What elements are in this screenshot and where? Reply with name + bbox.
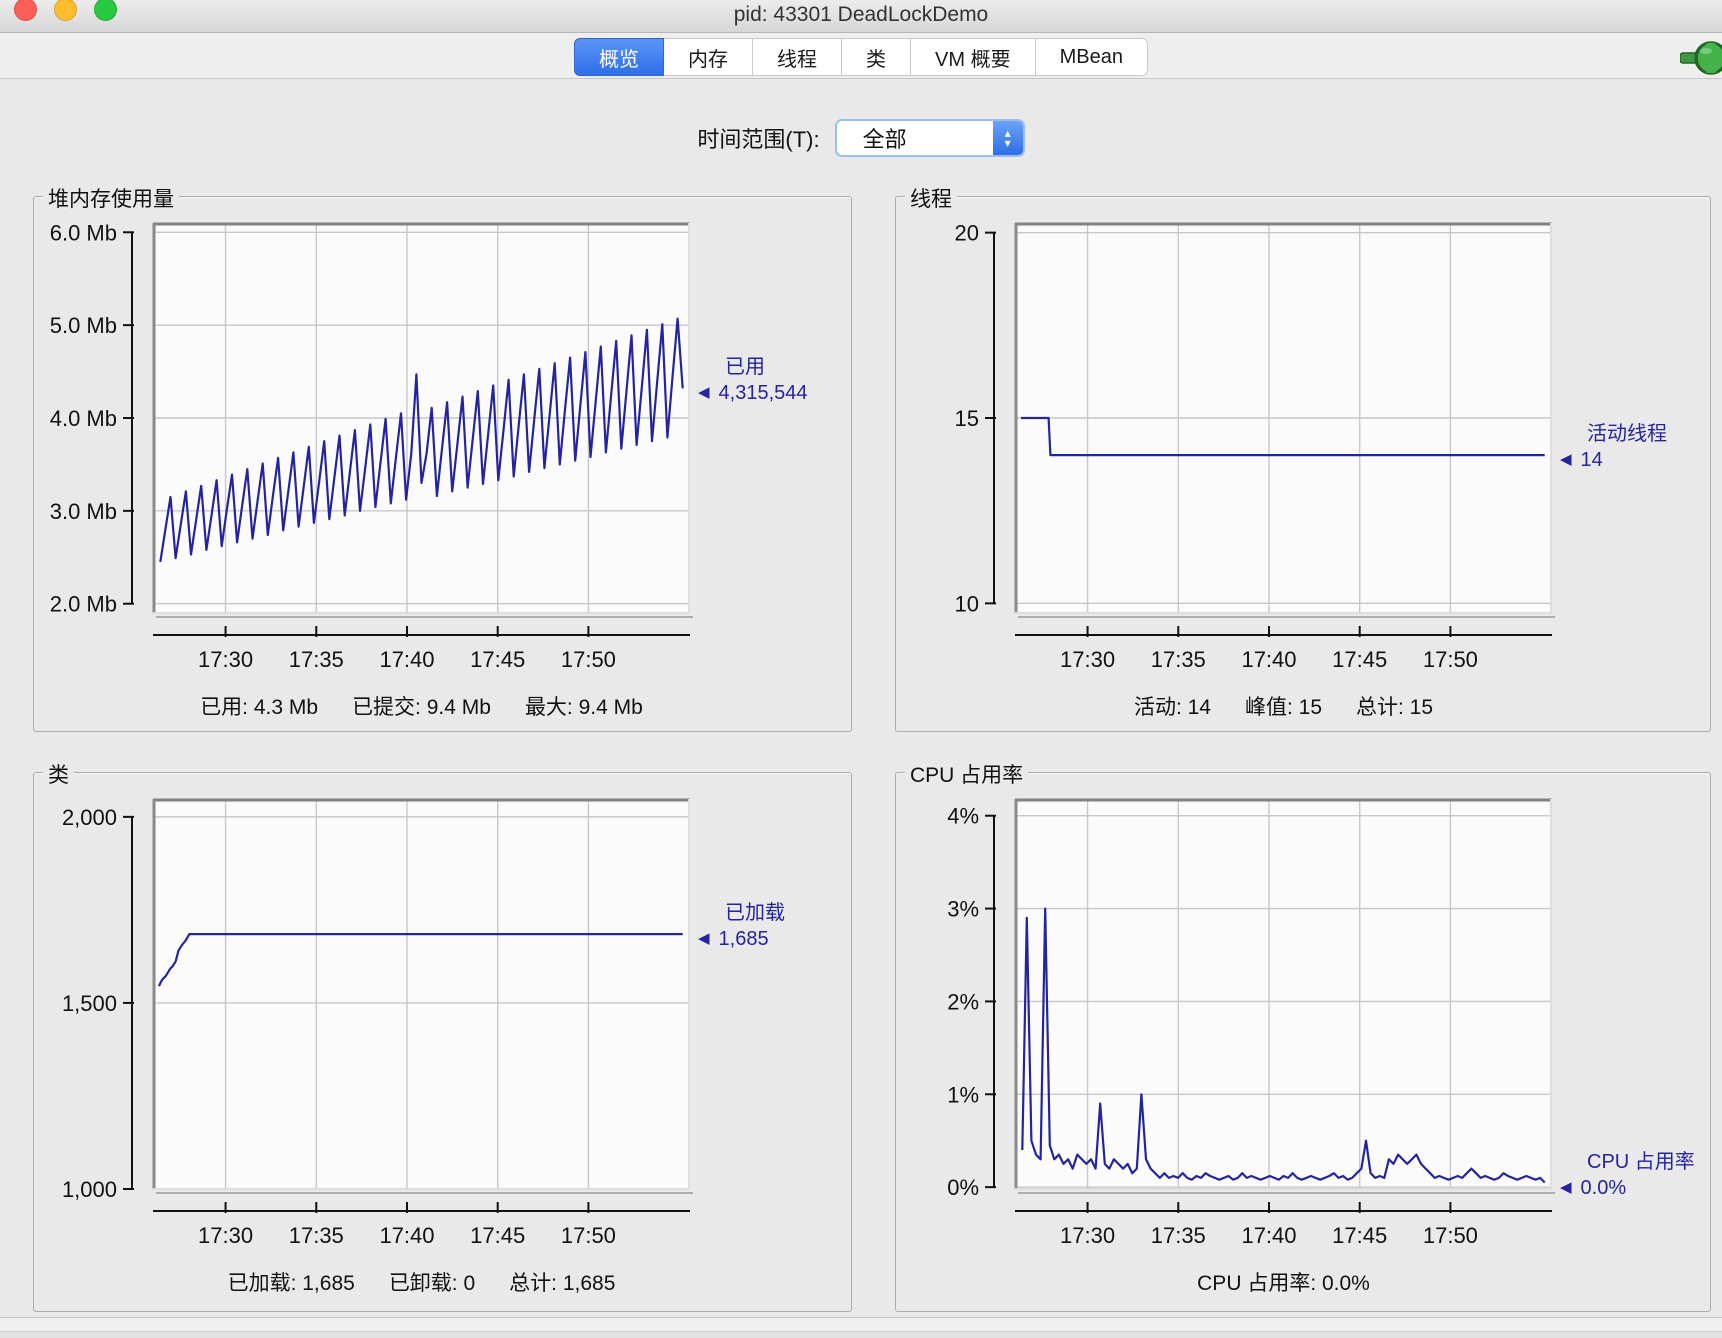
tab-vm-summary[interactable]: VM 概要	[910, 38, 1036, 76]
legend-series-name: 已用	[725, 356, 765, 379]
chart-legend: 已加载 ◀ 1,685	[698, 900, 848, 952]
svg-text:2,000: 2,000	[62, 805, 117, 830]
svg-text:4%: 4%	[947, 804, 979, 829]
svg-text:17:45: 17:45	[470, 1223, 525, 1248]
chart-summary: CPU 占用率: 0.0%	[1015, 1267, 1552, 1297]
svg-text:17:30: 17:30	[1060, 1223, 1115, 1248]
svg-text:2%: 2%	[947, 989, 979, 1014]
svg-text:6.0 Mb: 6.0 Mb	[50, 220, 117, 245]
svg-text:20: 20	[955, 221, 979, 246]
summary-item: 已卸载: 0	[388, 1272, 476, 1295]
summary-item: 已用: 4.3 Mb	[200, 696, 319, 719]
summary-item: CPU 占用率: 0.0%	[1197, 1272, 1370, 1295]
svg-text:17:30: 17:30	[1060, 647, 1115, 672]
time-range-select[interactable]: 全部 ▴ ▾	[834, 119, 1025, 157]
summary-item: 总计: 1,685	[509, 1272, 616, 1295]
summary-item: 最大: 9.4 Mb	[524, 696, 643, 719]
svg-text:1,500: 1,500	[62, 991, 117, 1016]
time-range-selected-value: 全部	[862, 127, 907, 152]
summary-item: 活动: 14	[1133, 696, 1211, 719]
tab-mbean[interactable]: MBean	[1034, 38, 1148, 76]
panel-title: 线程	[905, 183, 957, 213]
panel-cpu-usage: CPU 占用率 4% 3% 2% 1% 0% 17:30 17:35 17:40 17:45 17…	[895, 759, 1711, 1312]
svg-text:17:40: 17:40	[379, 1223, 434, 1248]
window-footer	[0, 1317, 1722, 1338]
panel-heap-memory: 堆内存使用量 6.0 Mb 5.0 Mb 4.0 Mb 3.0 Mb 2.0 Mb 17:…	[33, 183, 852, 732]
chart-legend: CPU 占用率 ◀ 0.0%	[1560, 1149, 1710, 1201]
svg-text:0%: 0%	[947, 1175, 979, 1200]
combo-stepper-icon[interactable]: ▴ ▾	[992, 121, 1023, 155]
summary-item: 峰值: 15	[1244, 696, 1323, 719]
svg-text:17:35: 17:35	[289, 647, 344, 672]
panel-title: 类	[43, 759, 74, 789]
window-title: pid: 43301 DeadLockDemo	[733, 3, 989, 26]
chart-legend: 已用 ◀ 4,315,544	[698, 354, 848, 406]
svg-text:17:30: 17:30	[198, 647, 253, 672]
svg-text:17:45: 17:45	[1332, 1223, 1387, 1248]
legend-series-name: 已加载	[725, 902, 785, 925]
tab-threads[interactable]: 线程	[752, 38, 843, 76]
svg-text:17:50: 17:50	[1423, 647, 1478, 672]
panel-classes: 类 2,000 1,500 1,000 17:30 17:35 17:40 17:45 17:…	[33, 759, 852, 1312]
svg-text:17:35: 17:35	[289, 1223, 344, 1248]
svg-text:17:35: 17:35	[1151, 1223, 1206, 1248]
summary-item: 已加载: 1,685	[227, 1272, 355, 1295]
svg-text:17:35: 17:35	[1151, 647, 1206, 672]
svg-text:1%: 1%	[947, 1082, 979, 1107]
chart-summary: 活动: 14 峰值: 15 总计: 15	[1015, 691, 1552, 721]
summary-item: 已提交: 9.4 Mb	[352, 696, 491, 719]
svg-text:15: 15	[955, 406, 979, 431]
plug-connected-icon	[1680, 41, 1722, 75]
tab-classes[interactable]: 类	[841, 38, 912, 76]
legend-current-value: 1,685	[718, 928, 769, 951]
svg-text:17:50: 17:50	[1423, 1223, 1478, 1248]
tab-memory[interactable]: 内存	[663, 38, 754, 76]
legend-marker-icon: ◀	[698, 930, 710, 948]
svg-text:17:45: 17:45	[1332, 647, 1387, 672]
svg-text:17:50: 17:50	[561, 647, 616, 672]
chart-legend: 活动线程 ◀ 14	[1560, 421, 1710, 473]
svg-text:17:50: 17:50	[561, 1223, 616, 1248]
summary-item: 总计: 15	[1356, 696, 1434, 719]
svg-text:2.0 Mb: 2.0 Mb	[50, 592, 117, 617]
svg-text:1,000: 1,000	[62, 1177, 117, 1202]
svg-text:3%: 3%	[947, 897, 979, 922]
jconsole-window: { "window": { "title": "pid: 43301 DeadL…	[0, 0, 1722, 1338]
svg-text:17:40: 17:40	[379, 647, 434, 672]
classes-chart: 2,000 1,500 1,000 17:30 17:35 17:40 17:45 17:50	[62, 798, 693, 1248]
legend-current-value: 0.0%	[1580, 1176, 1627, 1199]
legend-current-value: 4,315,544	[718, 382, 808, 405]
panel-title: 堆内存使用量	[43, 183, 179, 213]
heap-memory-chart: 6.0 Mb 5.0 Mb 4.0 Mb 3.0 Mb 2.0 Mb 17:30 17:35…	[50, 220, 693, 672]
legend-series-name: CPU 占用率	[1587, 1150, 1695, 1173]
svg-text:17:40: 17:40	[1241, 647, 1296, 672]
title-bar: pid: 43301 DeadLockDemo	[0, 0, 1722, 33]
chart-summary: 已加载: 1,685 已卸载: 0 总计: 1,685	[153, 1267, 690, 1297]
legend-marker-icon: ◀	[698, 384, 710, 402]
svg-text:17:40: 17:40	[1241, 1223, 1296, 1248]
time-range-toolbar: 时间范围(T): 全部 ▴ ▾	[0, 118, 1722, 158]
svg-text:3.0 Mb: 3.0 Mb	[50, 499, 117, 524]
legend-marker-icon: ◀	[1560, 451, 1572, 469]
window-footer-edge	[0, 1331, 1722, 1338]
time-range-label: 时间范围(T):	[697, 127, 820, 152]
svg-text:4.0 Mb: 4.0 Mb	[50, 406, 117, 431]
svg-text:5.0 Mb: 5.0 Mb	[50, 313, 117, 338]
tab-bar: 概览 内存 线程 类 VM 概要 MBean	[574, 38, 1148, 76]
chart-summary: 已用: 4.3 Mb 已提交: 9.4 Mb 最大: 9.4 Mb	[153, 691, 690, 721]
svg-text:17:45: 17:45	[470, 647, 525, 672]
panel-threads: 线程 20 15 10 17:30 17:35 17:40 17:45 17:50 活动线程 …	[895, 183, 1711, 732]
svg-text:17:30: 17:30	[198, 1223, 253, 1248]
legend-marker-icon: ◀	[1560, 1178, 1572, 1196]
legend-series-name: 活动线程	[1587, 423, 1667, 446]
svg-text:10: 10	[955, 591, 979, 616]
legend-current-value: 14	[1580, 449, 1603, 472]
panel-title: CPU 占用率	[905, 759, 1029, 789]
tab-overview[interactable]: 概览	[574, 38, 665, 76]
